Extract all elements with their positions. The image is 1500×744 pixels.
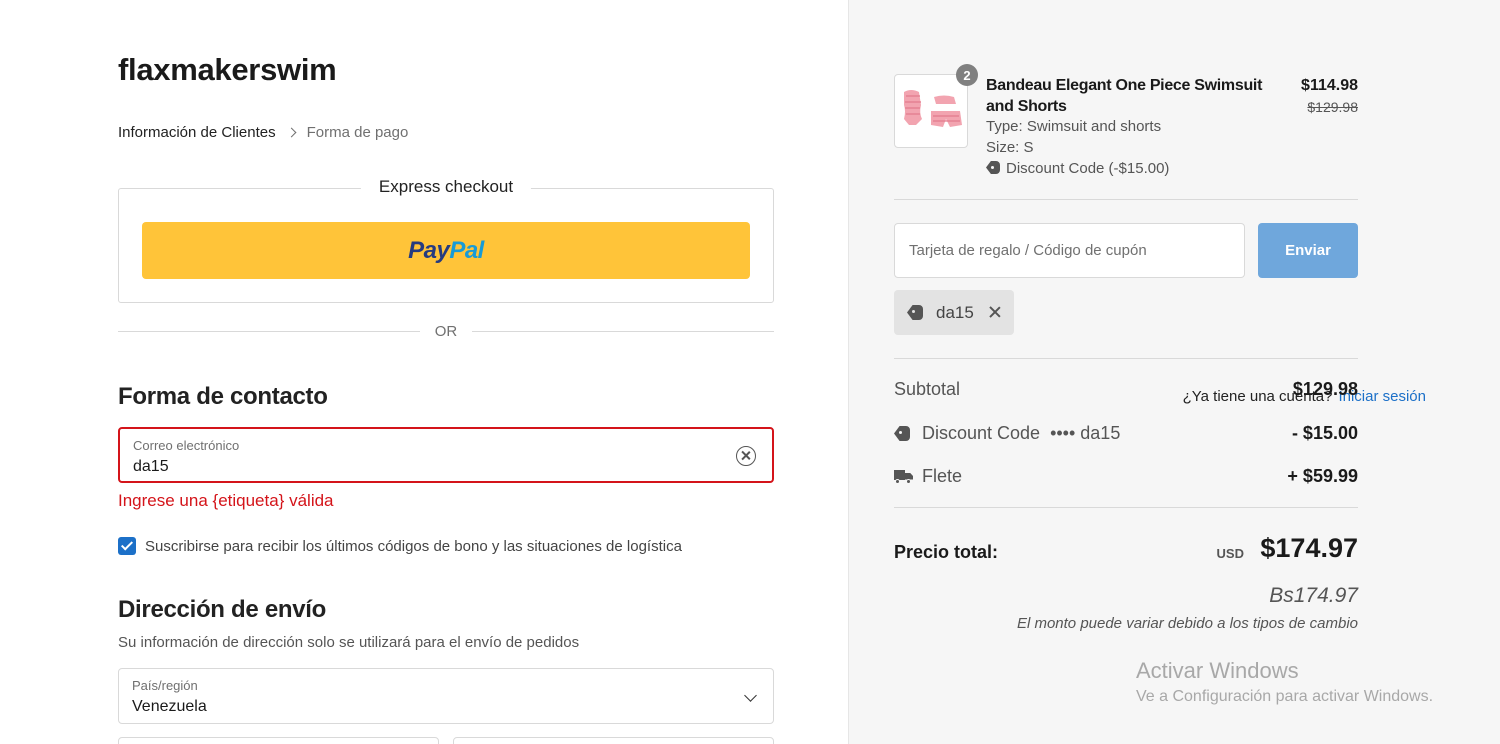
paypal-logo-pay: Pay [408,236,450,264]
product-thumbnail [894,74,968,148]
applied-coupon-code: da15 [936,302,974,322]
coupon-input[interactable]: Tarjeta de regalo / Código de cupón [894,223,1245,278]
divider-line-right [472,331,774,332]
product-price: $114.98 [1301,77,1358,94]
paypal-button[interactable]: PayPal [142,222,750,279]
first-name-field[interactable] [118,737,439,744]
exchange-rate-note: El monto puede variar debido a los tipos… [1016,615,1358,632]
alt-currency-total: Bs174.97 [1269,584,1358,607]
shipping-value: + $59.99 [1287,466,1358,486]
currency-code: USD [1216,546,1244,561]
product-discount: Discount Code (-$15.00) [986,160,1169,177]
truck-icon [894,469,913,484]
discount-row-label: Discount Code •••• da15 [894,423,1120,444]
product-name: Bandeau Elegant One Piece Swimsuit and S… [986,77,1263,115]
checkout-form-panel [0,0,848,744]
email-field-value[interactable]: da15 [133,458,169,476]
store-name[interactable]: flaxmakerswim [118,52,337,88]
swimsuit-image [904,90,962,127]
newsletter-label[interactable]: Suscribirse para recibir los últimos cód… [145,538,682,555]
chevron-down-icon [744,689,757,702]
subtotal-label: Subtotal [894,379,961,399]
country-label: País/región [132,678,198,693]
paypal-logo: PayPal [408,237,484,265]
breadcrumb: Información de Clientes Forma de pago [118,124,408,141]
product-discount-text: Discount Code (-$15.00) [1006,160,1170,177]
email-field[interactable]: Correo electrónico da15 [118,427,774,483]
express-checkout-box: Express checkout PayPal [118,177,774,303]
last-name-field[interactable] [453,737,774,744]
breadcrumb-payment: Forma de pago [306,124,409,141]
clear-input-icon[interactable] [736,446,756,466]
discount-label: Discount Code [922,423,1041,443]
remove-coupon-icon[interactable] [988,305,1002,319]
shipping-row-label: Flete [894,466,962,487]
breadcrumb-customer-info[interactable]: Información de Clientes [118,124,276,141]
shipping-section-title: Dirección de envío [118,596,326,623]
divider [894,507,1358,508]
tag-icon [986,161,1000,174]
total-label: Precio total: [894,542,999,562]
country-value: Venezuela [132,698,207,715]
country-select[interactable]: País/región Venezuela [118,668,774,724]
shipping-subtitle: Su información de dirección solo se util… [118,634,580,651]
divider [894,199,1358,200]
send-coupon-button[interactable]: Enviar [1258,223,1358,278]
contact-section-title: Forma de contacto [118,383,328,410]
tag-icon [894,426,910,441]
newsletter-checkbox[interactable] [118,537,136,555]
newsletter-option: Suscribirse para recibir los últimos cód… [118,537,682,555]
discount-value: - $15.00 [1291,423,1358,443]
tag-icon [907,305,923,320]
discount-code: •••• da15 [1050,423,1121,443]
windows-activation-subtitle: Ve a Configuración para activar Windows. [1136,688,1434,705]
product-size: Size: S [986,139,1034,156]
or-divider: OR [118,322,774,342]
email-error-message: Ingrese una {etiqueta} válida [118,491,334,510]
applied-coupon-chip: da15 [894,290,1014,335]
product-type: Type: Swimsuit and shorts [986,118,1162,135]
subtotal-value: $129.98 [1292,379,1358,399]
chevron-right-icon [286,127,297,138]
email-field-label: Correo electrónico [133,438,240,453]
product-old-price: $129.98 [1307,99,1358,115]
paypal-logo-pal: Pal [449,236,484,264]
shipping-label: Flete [922,466,963,486]
quantity-badge: 2 [956,64,978,86]
express-checkout-title: Express checkout [360,177,532,197]
windows-activation-title: Activar Windows [1136,658,1299,683]
divider [894,358,1358,359]
total-value: $174.97 [1260,533,1358,563]
